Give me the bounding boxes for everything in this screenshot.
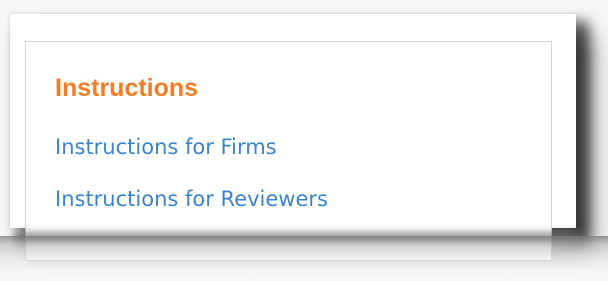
screenshot-scene: Instructions Instructions for Firms Inst… bbox=[0, 0, 608, 281]
drop-shadow-right bbox=[574, 20, 588, 240]
instructions-for-reviewers-link[interactable]: Instructions for Reviewers bbox=[55, 185, 328, 213]
bottom-fade bbox=[0, 236, 608, 281]
instructions-for-firms-link[interactable]: Instructions for Firms bbox=[55, 133, 277, 161]
instructions-heading: Instructions bbox=[55, 74, 199, 102]
